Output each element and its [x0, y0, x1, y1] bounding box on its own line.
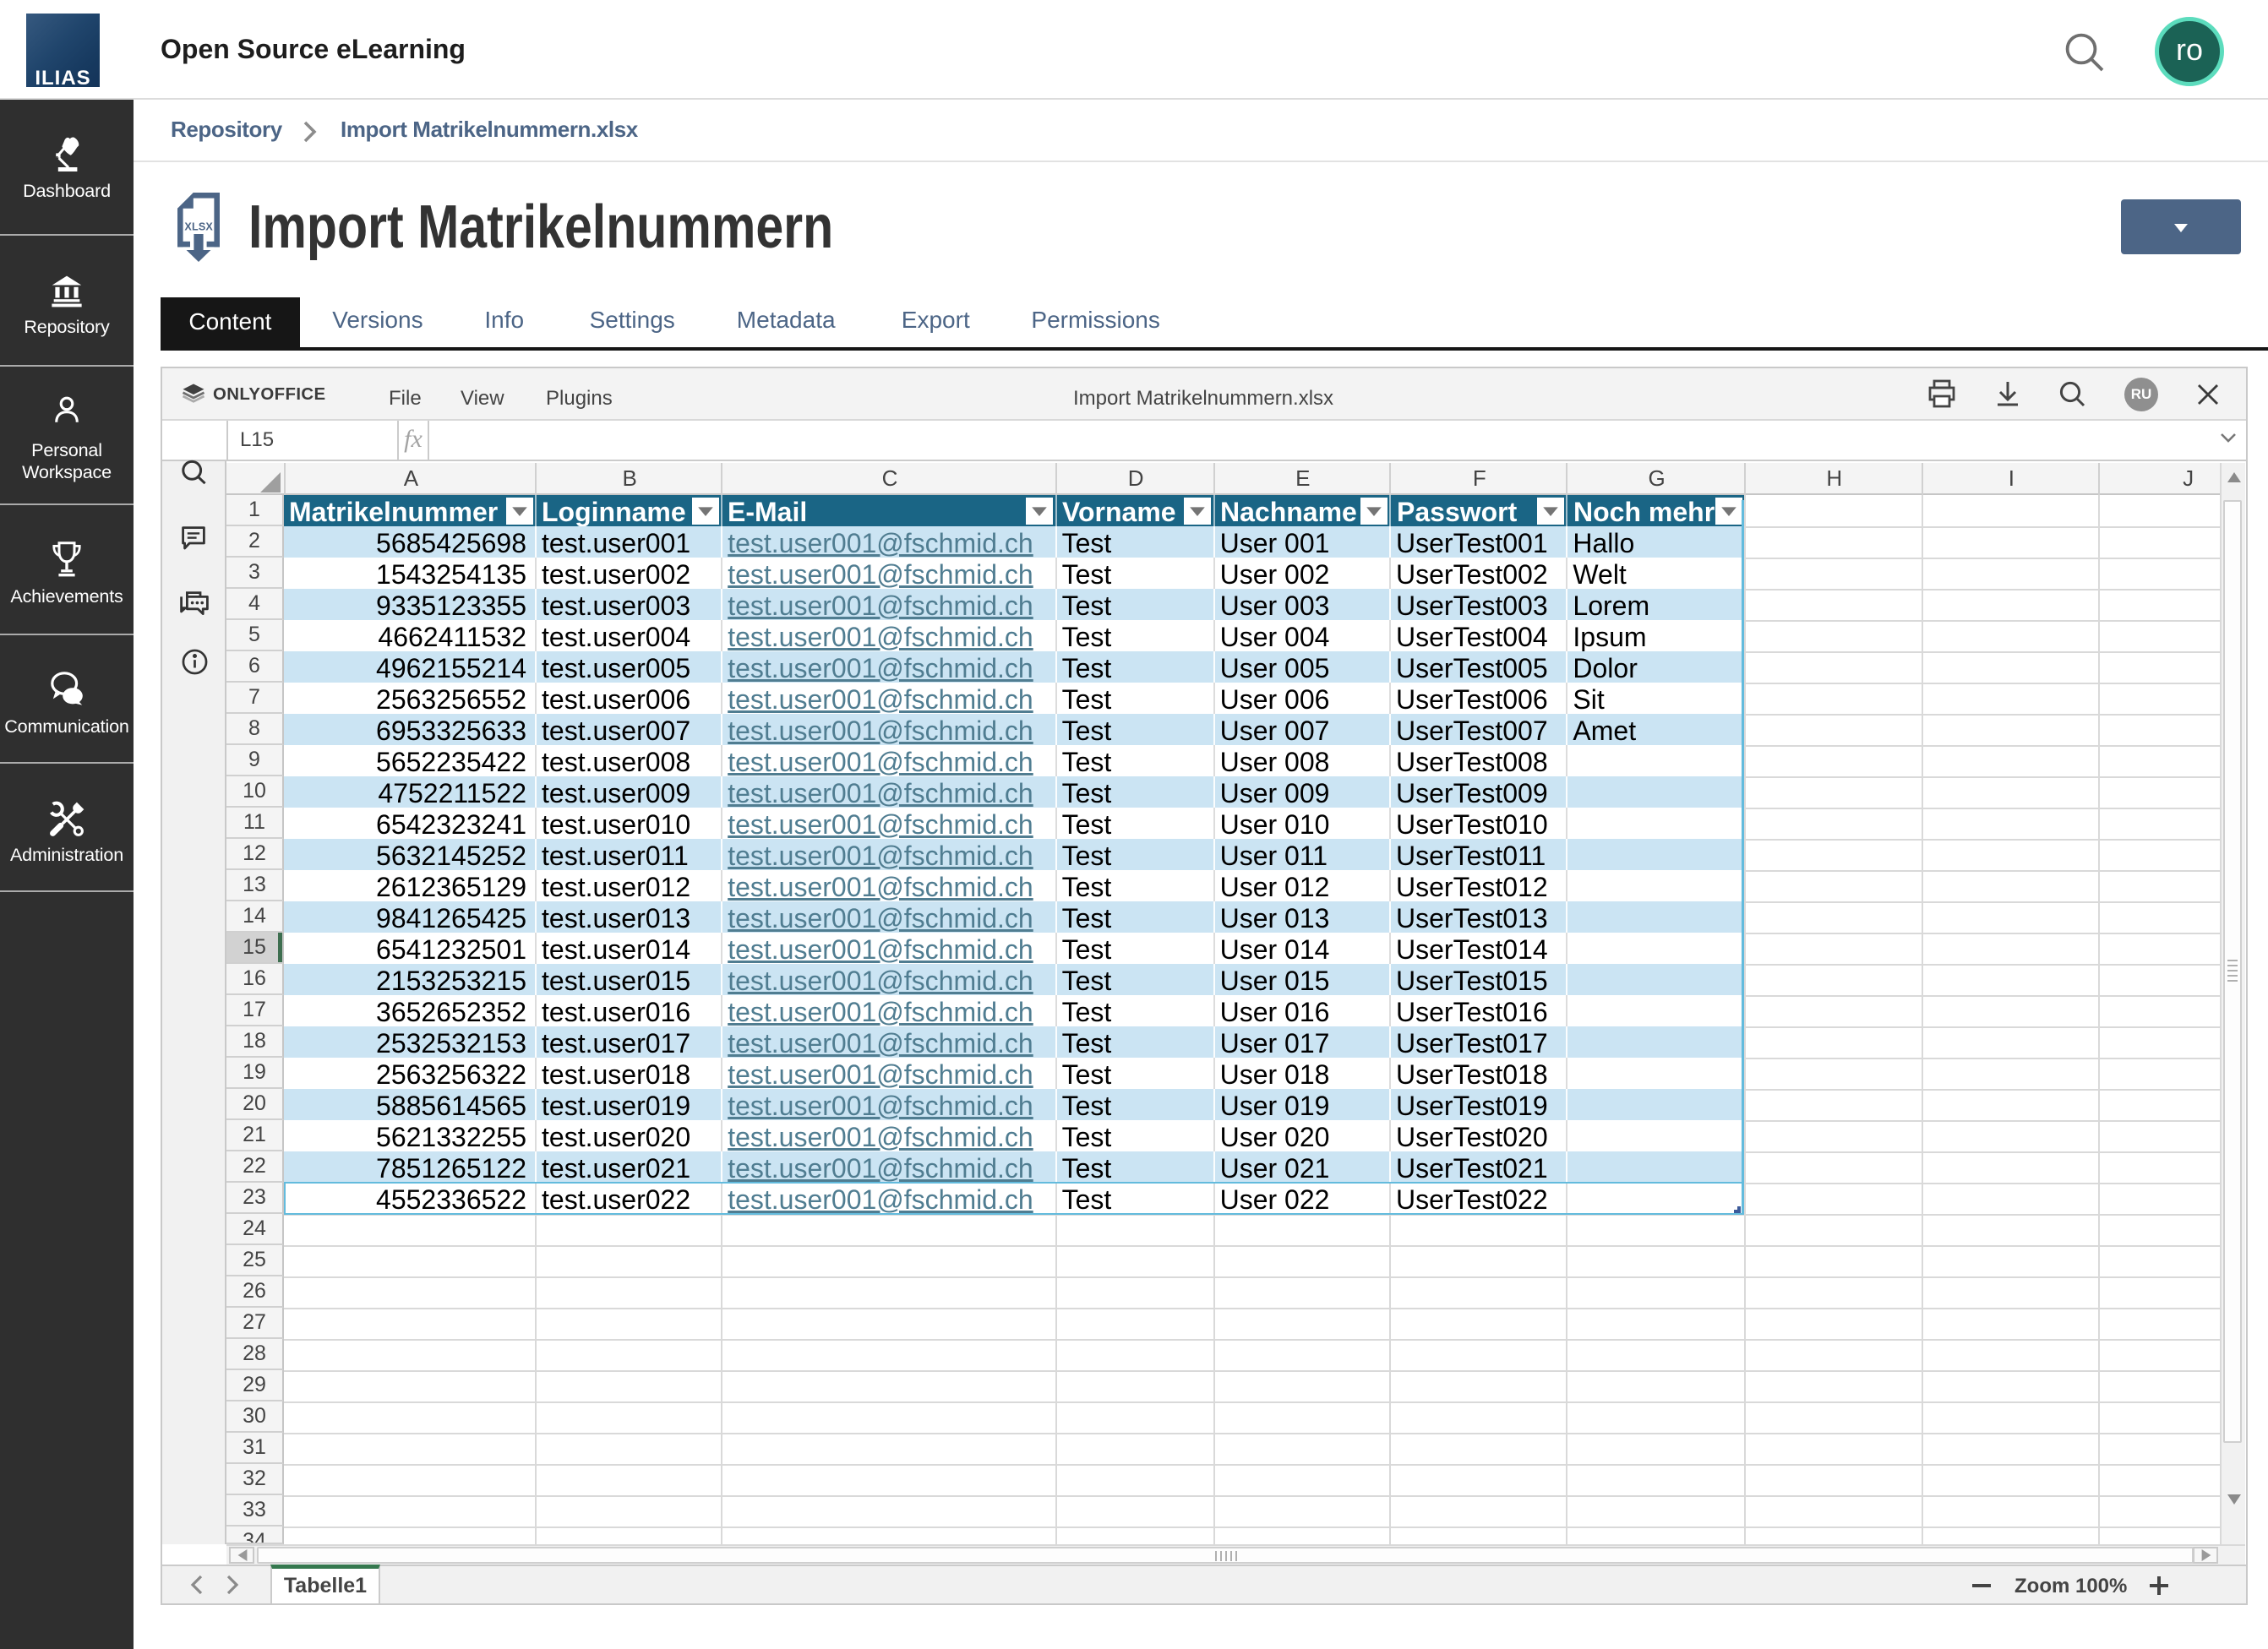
svg-text:XLSX: XLSX — [184, 220, 213, 232]
